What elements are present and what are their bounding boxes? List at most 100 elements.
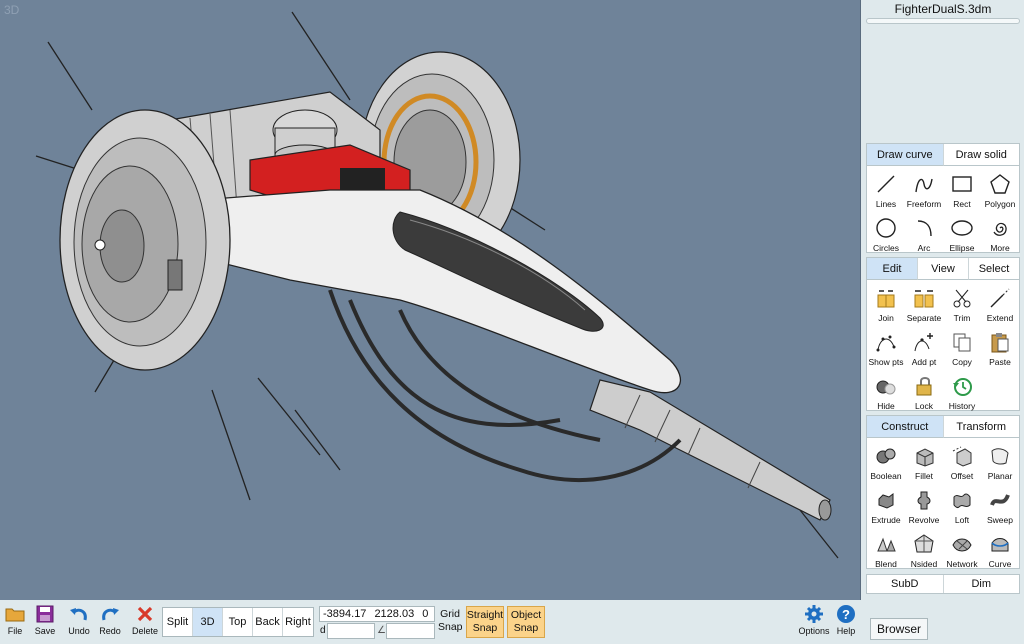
network-button[interactable]: Network — [943, 528, 981, 572]
coordinate-input[interactable]: -3894.17 2128.03 0 — [319, 606, 435, 622]
separate-label: Separate — [906, 313, 942, 323]
extend-label: Extend — [986, 313, 1014, 323]
straight-snap-toggle[interactable]: Straight Snap — [466, 606, 504, 638]
blend-label: Blend — [875, 559, 897, 569]
tab-draw-curve[interactable]: Draw curve — [867, 144, 944, 166]
grid-snap-toggle[interactable]: Grid Snap — [438, 608, 463, 634]
loft-button[interactable]: Loft — [943, 484, 981, 528]
browser-button[interactable]: Browser — [870, 618, 928, 640]
hide-spheres-icon — [874, 374, 898, 398]
save-button[interactable]: Save — [32, 604, 58, 642]
redo-button[interactable]: Redo — [97, 604, 123, 642]
3d-view-button[interactable]: 3D — [193, 608, 223, 636]
tab-subd[interactable]: SubD — [867, 575, 944, 593]
add-point-label: Add pt — [911, 357, 937, 367]
ellipse-icon — [950, 216, 974, 240]
tab-select[interactable]: Select — [969, 258, 1019, 280]
tab-edit[interactable]: Edit — [867, 258, 918, 280]
extend-button[interactable]: Extend — [981, 282, 1019, 326]
distance-input[interactable] — [327, 623, 375, 639]
construct-panel: Construct Transform Boolean Fillet Offse… — [866, 415, 1020, 569]
add-point-button[interactable]: Add pt — [905, 326, 943, 370]
ellipse-button[interactable]: Ellipse — [943, 212, 981, 256]
tab-view[interactable]: View — [918, 258, 969, 280]
copy-label: Copy — [952, 357, 972, 367]
circles-label: Circles — [873, 243, 899, 253]
offset-button[interactable]: Offset — [943, 440, 981, 484]
lines-button[interactable]: Lines — [867, 168, 905, 212]
freeform-label: Freeform — [906, 199, 942, 209]
copy-button[interactable]: Copy — [943, 326, 981, 370]
grid-snap-label-1: Grid — [440, 608, 460, 620]
undo-button[interactable]: Undo — [66, 604, 92, 642]
curve-from-surface-icon — [988, 532, 1012, 556]
save-label: Save — [34, 626, 56, 636]
rect-button[interactable]: Rect — [943, 168, 981, 212]
planar-button[interactable]: Planar — [981, 440, 1019, 484]
polygon-button[interactable]: Polygon — [981, 168, 1019, 212]
lock-button[interactable]: Lock — [905, 370, 943, 414]
3d-viewport[interactable]: 3D — [0, 0, 861, 600]
options-button[interactable]: Options — [797, 604, 831, 642]
object-snap-label-2: Snap — [513, 622, 539, 634]
trim-label: Trim — [953, 313, 971, 323]
coord-z: 0 — [422, 608, 429, 620]
spaceship-model — [35, 11, 839, 559]
svg-text:?: ? — [842, 607, 850, 622]
object-snap-label-1: Object — [510, 609, 542, 621]
file-button[interactable]: File — [3, 604, 27, 642]
history-button[interactable]: History — [943, 370, 981, 414]
show-points-label: Show pts — [868, 357, 904, 367]
curve-button[interactable]: Curve — [981, 528, 1019, 572]
tab-draw-solid[interactable]: Draw solid — [943, 144, 1019, 166]
arc-button[interactable]: Arc — [905, 212, 943, 256]
fillet-button[interactable]: Fillet — [905, 440, 943, 484]
tab-dim[interactable]: Dim — [944, 575, 1020, 593]
offset-icon — [950, 444, 974, 468]
polygon-label: Polygon — [984, 199, 1016, 209]
paste-button[interactable]: Paste — [981, 326, 1019, 370]
tab-transform[interactable]: Transform — [943, 416, 1019, 438]
curve-label: Curve — [988, 559, 1012, 569]
coord-y: 2128.03 — [374, 608, 415, 620]
show-points-button[interactable]: Show pts — [867, 326, 905, 370]
freeform-button[interactable]: Freeform — [905, 168, 943, 212]
polygon-icon — [988, 172, 1012, 196]
split-view-button[interactable]: Split — [163, 608, 193, 636]
angle-input[interactable] — [386, 623, 435, 639]
delete-label: Delete — [131, 626, 158, 636]
subd-dim-tabs: SubD Dim — [866, 574, 1020, 594]
separate-icon — [912, 286, 936, 310]
distance-label: d — [320, 625, 326, 636]
loft-label: Loft — [954, 515, 970, 525]
revolve-button[interactable]: Revolve — [905, 484, 943, 528]
back-view-button[interactable]: Back — [253, 608, 283, 636]
paste-label: Paste — [989, 357, 1011, 367]
lock-icon — [912, 374, 936, 398]
freeform-curve-icon — [912, 172, 936, 196]
join-button[interactable]: Join — [867, 282, 905, 326]
extrude-button[interactable]: Extrude — [867, 484, 905, 528]
revolve-label: Revolve — [908, 515, 940, 525]
nsided-button[interactable]: Nsided — [905, 528, 943, 572]
trim-button[interactable]: Trim — [943, 282, 981, 326]
right-view-button[interactable]: Right — [283, 608, 313, 636]
gear-icon — [803, 604, 825, 624]
separate-button[interactable]: Separate — [905, 282, 943, 326]
delete-button[interactable]: Delete — [130, 604, 160, 642]
extrude-label: Extrude — [871, 515, 901, 525]
top-view-button[interactable]: Top — [223, 608, 253, 636]
help-button[interactable]: ? Help — [834, 604, 858, 642]
sweep-button[interactable]: Sweep — [981, 484, 1019, 528]
circles-button[interactable]: Circles — [867, 212, 905, 256]
tab-construct[interactable]: Construct — [867, 416, 944, 438]
boolean-button[interactable]: Boolean — [867, 440, 905, 484]
more-button[interactable]: More — [981, 212, 1019, 256]
blend-button[interactable]: Blend — [867, 528, 905, 572]
copy-icon — [950, 330, 974, 354]
object-snap-toggle[interactable]: Object Snap — [507, 606, 545, 638]
draw-panel: Draw curve Draw solid Lines Freeform Rec… — [866, 143, 1020, 253]
file-label: File — [7, 626, 23, 636]
hide-button[interactable]: Hide — [867, 370, 905, 414]
join-label: Join — [878, 313, 894, 323]
